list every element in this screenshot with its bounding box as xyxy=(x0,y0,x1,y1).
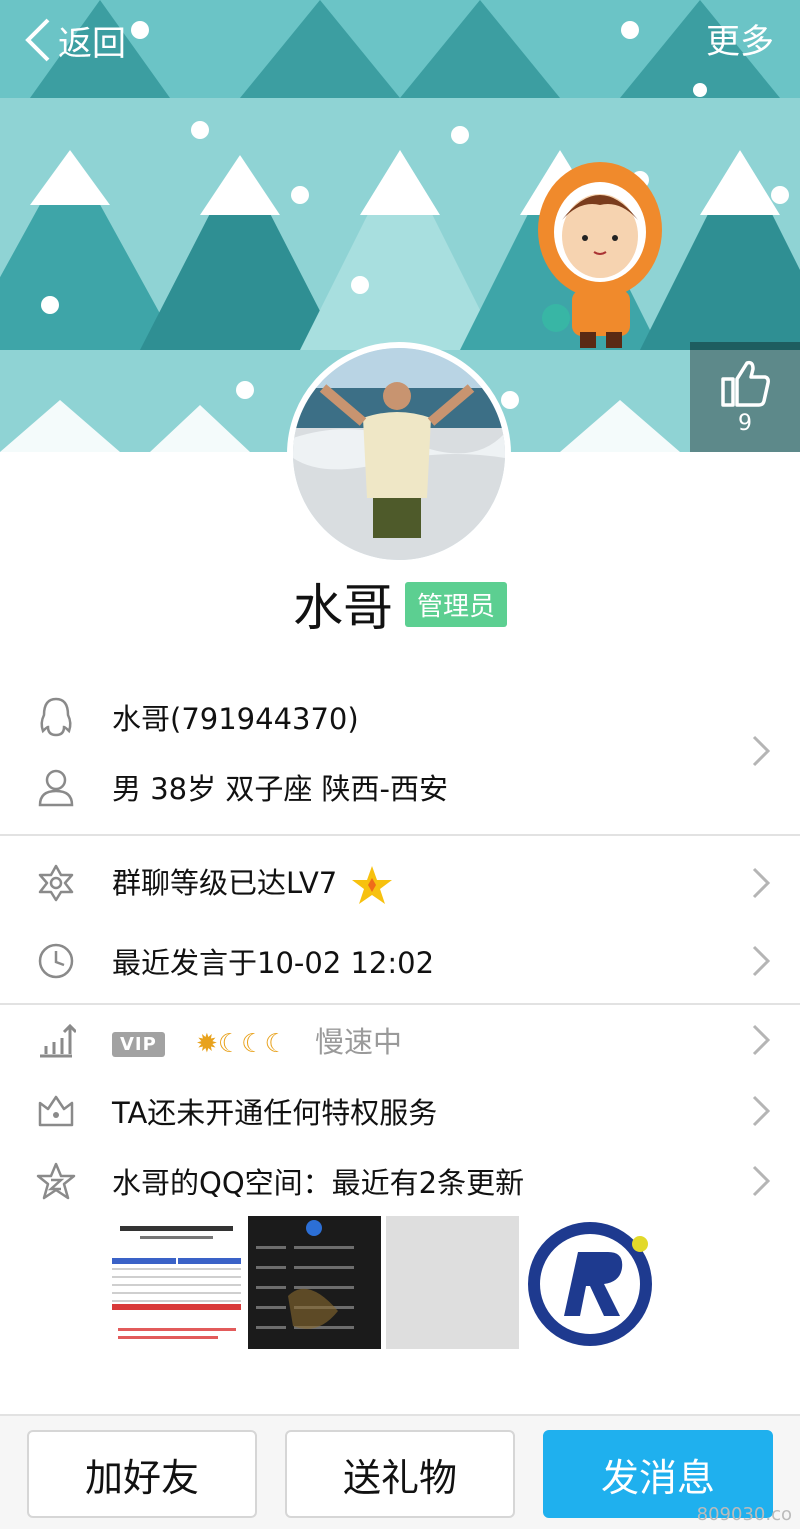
role-badge: 管理员 xyxy=(404,581,507,627)
group-level: 群聊等级已达LV7 xyxy=(112,866,338,900)
back-label: 返回 xyxy=(58,23,126,64)
level-star-icon xyxy=(352,866,393,904)
qzone-thumbnail[interactable] xyxy=(386,1216,519,1349)
growth-icon xyxy=(34,1018,78,1062)
last-speak-row[interactable]: 最近发言于10-02 12:02 xyxy=(0,926,800,996)
chevron-right-icon[interactable] xyxy=(750,1093,772,1129)
qq-level-icons: ✹☾☾☾ xyxy=(196,1029,288,1059)
privilege-status: TA还未开通任何特权服务 xyxy=(112,1096,438,1130)
last-speak: 最近发言于10-02 12:02 xyxy=(112,946,435,980)
like-count: 9 xyxy=(738,410,752,436)
user-icon xyxy=(34,765,78,809)
qzone-star-icon xyxy=(34,1159,78,1203)
qzone-thumbnail[interactable] xyxy=(110,1216,243,1349)
top-nav-bar: 返回 更多 xyxy=(0,0,800,80)
r-logo-icon xyxy=(524,1216,657,1349)
divider xyxy=(0,834,800,836)
vip-level-row[interactable]: VIP ✹☾☾☾ 慢速中 xyxy=(0,1005,800,1075)
back-chevron-icon xyxy=(25,18,50,62)
qq-account-row[interactable]: 水哥(791944370) xyxy=(0,682,800,752)
profile-name-row: 水哥 管理员 xyxy=(0,572,800,637)
vip-tag: VIP xyxy=(112,1031,165,1057)
level-icon xyxy=(34,861,78,905)
crown-icon xyxy=(34,1089,78,1133)
qq-penguin-icon xyxy=(34,695,78,739)
bottom-action-bar: 加好友 送礼物 发消息 809030.co xyxy=(0,1414,800,1529)
thumbs-up-icon xyxy=(721,360,770,407)
clock-icon xyxy=(34,939,78,983)
basic-info: 男 38岁 双子座 陕西-西安 xyxy=(112,772,449,806)
qq-account: 水哥(791944370) xyxy=(112,702,359,736)
qzone-thumbnail[interactable] xyxy=(248,1216,381,1349)
qzone-thumbnails xyxy=(110,1216,657,1349)
privilege-row[interactable]: TA还未开通任何特权服务 xyxy=(0,1076,800,1146)
speed-status: 慢速中 xyxy=(314,1025,402,1059)
more-button[interactable]: 更多 xyxy=(706,14,774,63)
qzone-row[interactable]: 水哥的QQ空间：最近有2条更新 xyxy=(0,1146,800,1216)
add-friend-button[interactable]: 加好友 xyxy=(27,1430,257,1518)
qzone-thumbnail[interactable] xyxy=(524,1216,657,1349)
vip-level-text: VIP ✹☾☾☾ 慢速中 xyxy=(112,1019,402,1061)
chevron-right-icon[interactable] xyxy=(750,865,772,901)
avatar[interactable] xyxy=(287,342,511,566)
back-button[interactable]: 返回 xyxy=(22,12,126,68)
chevron-right-icon[interactable] xyxy=(750,943,772,979)
watermark: 809030.co xyxy=(696,1504,792,1525)
chevron-right-icon[interactable] xyxy=(750,1022,772,1058)
group-level-text: 群聊等级已达LV7 xyxy=(112,860,394,906)
group-level-row[interactable]: 群聊等级已达LV7 xyxy=(0,848,800,918)
send-gift-button[interactable]: 送礼物 xyxy=(285,1430,515,1518)
like-button[interactable]: 9 xyxy=(690,342,800,452)
qzone-updates: 水哥的QQ空间：最近有2条更新 xyxy=(112,1166,525,1200)
avatar-photo xyxy=(293,348,505,560)
basic-info-row[interactable]: 男 38岁 双子座 陕西-西安 xyxy=(0,752,800,822)
chevron-right-icon[interactable] xyxy=(750,1163,772,1199)
profile-name: 水哥 xyxy=(292,579,393,637)
